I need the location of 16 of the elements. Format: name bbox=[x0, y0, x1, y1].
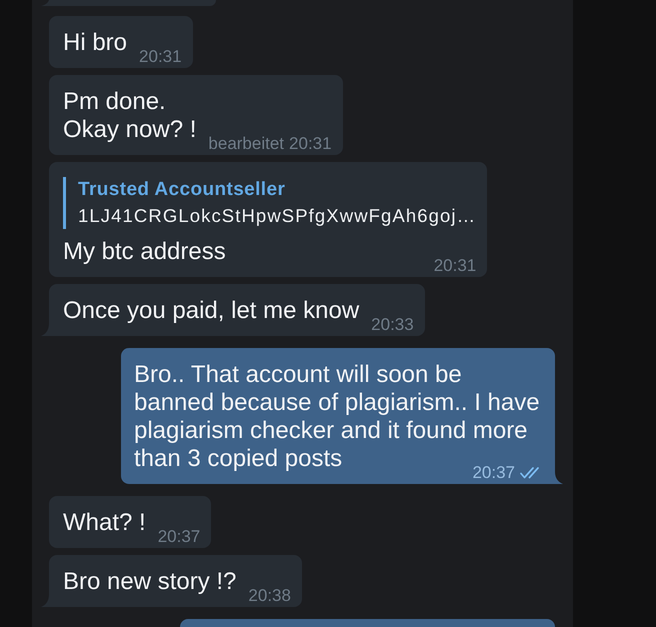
message-time: 20:33 bbox=[371, 315, 414, 334]
message-time: 20:37 bbox=[158, 527, 200, 546]
message-time: 20:38 bbox=[248, 586, 291, 605]
quote-text: 1LJ41CRGLokcStHpwSPfgXwwFgAh6goj… bbox=[78, 204, 476, 228]
message-text: What? ! bbox=[63, 509, 146, 536]
message-text: Once you paid, let me know bbox=[63, 297, 360, 324]
message-time: 20:31 bbox=[289, 134, 332, 153]
message-text: Pm done. Okay now? ! bbox=[63, 88, 196, 143]
message-text: Hi bro bbox=[63, 29, 128, 56]
message-text: My btc address bbox=[63, 238, 226, 265]
message-text: Bro new story !? bbox=[63, 568, 236, 595]
quote-author: Trusted Accountseller bbox=[78, 178, 286, 202]
edited-label: bearbeitet bbox=[208, 134, 284, 153]
reply-quote[interactable]: Trusted Accountseller 1LJ41CRGLokcStHpwSPfgXwwFgAh6goj… bbox=[63, 177, 476, 229]
message-time: 20:31 bbox=[139, 47, 182, 66]
message-time: 20:31 bbox=[434, 256, 476, 275]
